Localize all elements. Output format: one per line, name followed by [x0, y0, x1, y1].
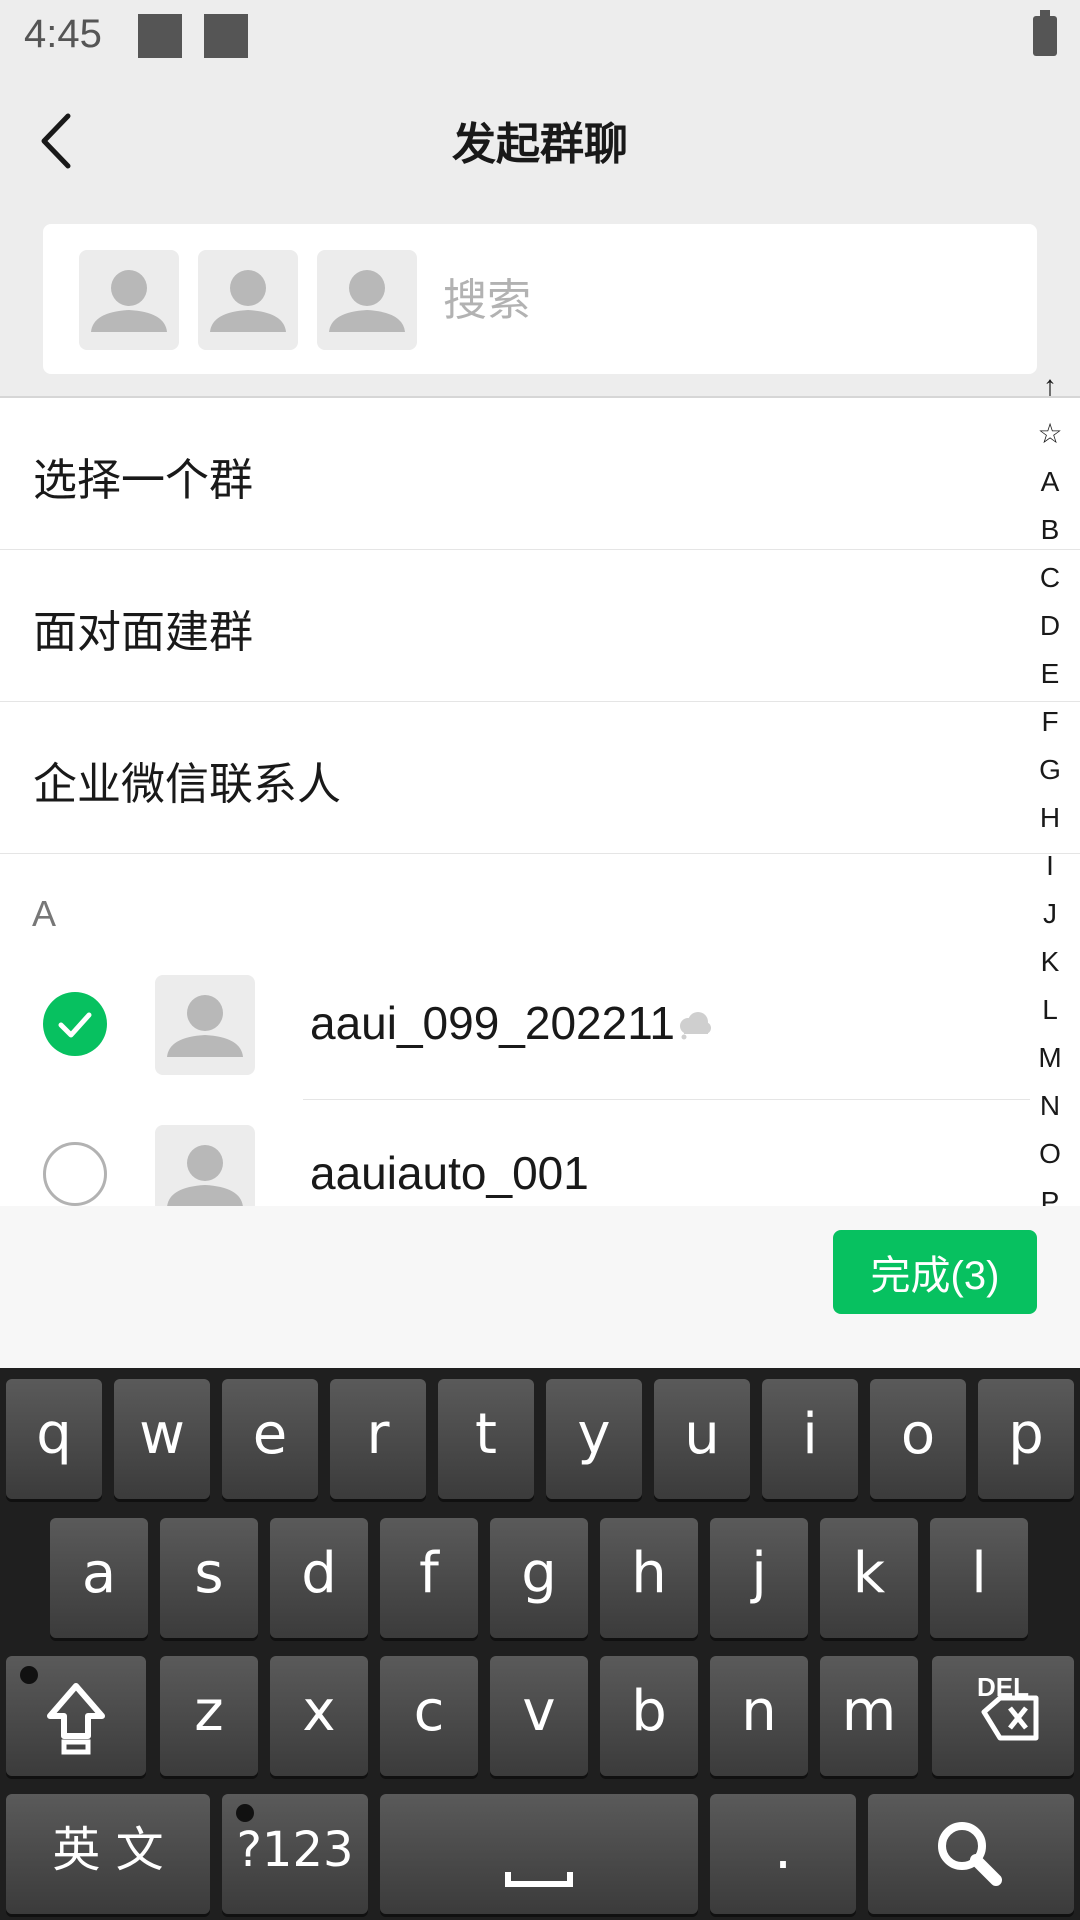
key-c[interactable]: c: [380, 1656, 478, 1776]
key-v[interactable]: v: [490, 1656, 588, 1776]
search-key[interactable]: [868, 1794, 1074, 1914]
selected-avatar[interactable]: [317, 250, 417, 350]
index-item[interactable]: G: [1030, 746, 1070, 794]
language-key[interactable]: 英 文: [6, 1794, 210, 1914]
key-k[interactable]: k: [820, 1518, 918, 1638]
index-item[interactable]: B: [1030, 506, 1070, 554]
index-item[interactable]: D: [1030, 602, 1070, 650]
header: 发起群聊: [0, 76, 1080, 226]
key-r[interactable]: r: [330, 1379, 426, 1499]
page-title: 发起群聊: [452, 119, 628, 170]
key-s[interactable]: s: [160, 1518, 258, 1638]
bottom-bar: 完成(3): [0, 1206, 1080, 1368]
period-key[interactable]: .: [710, 1794, 856, 1914]
index-item[interactable]: M: [1030, 1034, 1070, 1082]
key-i[interactable]: i: [762, 1379, 858, 1499]
section-header: A: [32, 893, 57, 934]
delete-key[interactable]: DEL: [932, 1656, 1074, 1776]
menu-item-label: 企业微信联系人: [33, 759, 341, 810]
shift-key[interactable]: [6, 1656, 146, 1776]
menu-item-wecom-contacts[interactable]: 企业微信联系人: [0, 702, 1080, 854]
contact-name: aauiauto_001: [310, 1147, 589, 1199]
key-n[interactable]: n: [710, 1656, 808, 1776]
index-item[interactable]: L: [1030, 986, 1070, 1034]
battery-icon: [1033, 10, 1057, 56]
key-t[interactable]: t: [438, 1379, 534, 1499]
key-indicator-dot: [20, 1666, 38, 1684]
index-item[interactable]: J: [1030, 890, 1070, 938]
key-f[interactable]: f: [380, 1518, 478, 1638]
index-item[interactable]: H: [1030, 794, 1070, 842]
alphabet-index[interactable]: ↑ ☆ A B C D E F G H I J K L M N O P: [1030, 362, 1070, 1207]
space-key[interactable]: [380, 1794, 698, 1914]
index-item[interactable]: ↑: [1030, 362, 1070, 410]
key-indicator-dot: [236, 1804, 254, 1822]
symbols-key[interactable]: ?123: [222, 1794, 368, 1914]
key-d[interactable]: d: [270, 1518, 368, 1638]
index-item[interactable]: ☆: [1030, 410, 1070, 458]
keyboard: q w e r t y u i o p a s d f g h j k l z …: [0, 1368, 1080, 1920]
person-silhouette-icon: [210, 270, 286, 332]
checkbox-checked[interactable]: [43, 992, 107, 1056]
contact-name: aaui_099_202211: [310, 997, 675, 1049]
key-z[interactable]: z: [160, 1656, 258, 1776]
index-item[interactable]: E: [1030, 650, 1070, 698]
menu-item-label: 面对面建群: [33, 607, 253, 658]
key-a[interactable]: a: [50, 1518, 148, 1638]
key-g[interactable]: g: [490, 1518, 588, 1638]
key-l[interactable]: l: [930, 1518, 1028, 1638]
key-x[interactable]: x: [270, 1656, 368, 1776]
key-q[interactable]: q: [6, 1379, 102, 1499]
index-item[interactable]: P: [1030, 1178, 1070, 1207]
done-button[interactable]: 完成(3): [833, 1230, 1037, 1314]
person-silhouette-icon: [167, 995, 243, 1057]
key-u[interactable]: u: [654, 1379, 750, 1499]
index-item[interactable]: A: [1030, 458, 1070, 506]
index-item[interactable]: O: [1030, 1130, 1070, 1178]
key-w[interactable]: w: [114, 1379, 210, 1499]
key-p[interactable]: p: [978, 1379, 1074, 1499]
notification-icon: [138, 14, 182, 58]
person-silhouette-icon: [91, 270, 167, 332]
contact-row[interactable]: aauiauto_001: [0, 1100, 1030, 1206]
person-silhouette-icon: [329, 270, 405, 332]
cloud-icon: [676, 1010, 712, 1040]
key-o[interactable]: o: [870, 1379, 966, 1499]
index-item[interactable]: K: [1030, 938, 1070, 986]
index-item[interactable]: I: [1030, 842, 1070, 890]
menu-item-label: 选择一个群: [33, 455, 253, 506]
space-bar-icon: [505, 1872, 573, 1887]
backspace-icon: [981, 1695, 1039, 1741]
key-j[interactable]: j: [710, 1518, 808, 1638]
search-input[interactable]: [443, 260, 1003, 340]
key-y[interactable]: y: [546, 1379, 642, 1499]
contact-row[interactable]: aaui_099_202211: [0, 950, 1030, 1100]
checkbox-unchecked[interactable]: [43, 1142, 107, 1206]
person-silhouette-icon: [167, 1145, 243, 1206]
key-m[interactable]: m: [820, 1656, 918, 1776]
selected-avatar[interactable]: [79, 250, 179, 350]
status-bar: 4:45: [0, 0, 1080, 76]
key-h[interactable]: h: [600, 1518, 698, 1638]
checkmark-icon: [58, 1012, 92, 1038]
key-b[interactable]: b: [600, 1656, 698, 1776]
index-item[interactable]: N: [1030, 1082, 1070, 1130]
selected-avatar[interactable]: [198, 250, 298, 350]
index-item[interactable]: C: [1030, 554, 1070, 602]
key-e[interactable]: e: [222, 1379, 318, 1499]
search-box: [43, 224, 1037, 374]
magnifier-icon: [938, 1822, 1002, 1886]
avatar: [155, 1125, 255, 1206]
status-time: 4:45: [24, 12, 102, 56]
notification-icon: [204, 14, 248, 58]
menu-item-face-to-face[interactable]: 面对面建群: [0, 550, 1080, 702]
menu-item-select-group[interactable]: 选择一个群: [0, 398, 1080, 550]
avatar: [155, 975, 255, 1075]
index-item[interactable]: F: [1030, 698, 1070, 746]
